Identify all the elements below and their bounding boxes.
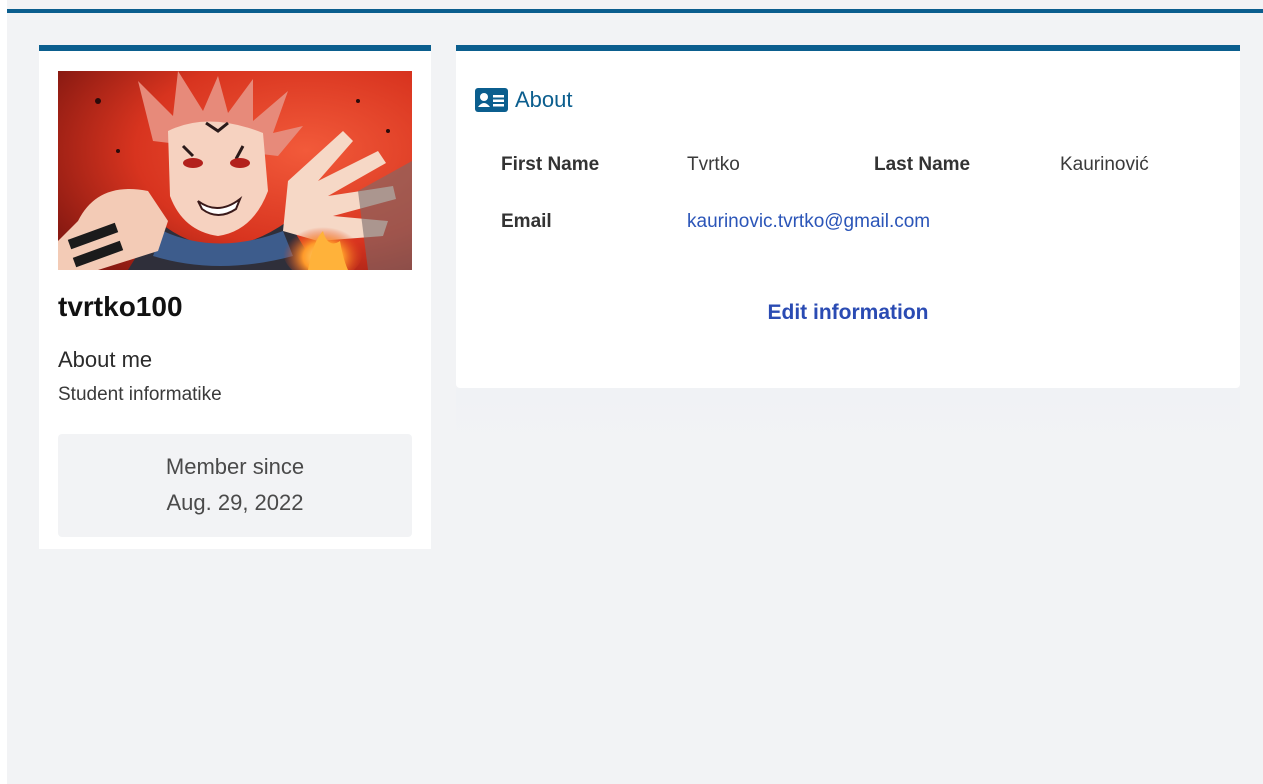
- top-accent-bar: [7, 9, 1263, 13]
- last-name-label: Last Name: [874, 154, 971, 175]
- card-shadow-strip: [456, 388, 1240, 448]
- first-name-value: Tvrtko: [687, 154, 740, 175]
- avatar-illustration: [58, 71, 412, 270]
- username: tvrtko100: [58, 291, 183, 322]
- profile-card: tvrtko100 About me Student informatike M…: [39, 45, 431, 549]
- about-card-title: About: [515, 87, 573, 112]
- about-me-text: Student informatike: [58, 384, 222, 405]
- id-card-icon: [475, 88, 508, 112]
- first-name-label: First Name: [501, 154, 600, 175]
- last-name-value: Kaurinović: [1060, 154, 1149, 175]
- about-card: About First Name Tvrtko Last Name Kaurin…: [456, 45, 1240, 388]
- about-card-header: About: [475, 87, 573, 113]
- about-me-heading: About me: [58, 347, 153, 372]
- email-link[interactable]: kaurinovic.tvrtko@gmail.com: [687, 211, 930, 233]
- member-since-label: Member since: [165, 454, 305, 479]
- member-since-date: Aug. 29, 2022: [166, 490, 304, 515]
- page: tvrtko100 About me Student informatike M…: [7, 0, 1263, 784]
- email-label: Email: [501, 211, 552, 232]
- profile-avatar: [58, 71, 412, 270]
- edit-information-button[interactable]: Edit information: [456, 301, 1240, 325]
- member-since-box: Member since Aug. 29, 2022: [58, 434, 412, 537]
